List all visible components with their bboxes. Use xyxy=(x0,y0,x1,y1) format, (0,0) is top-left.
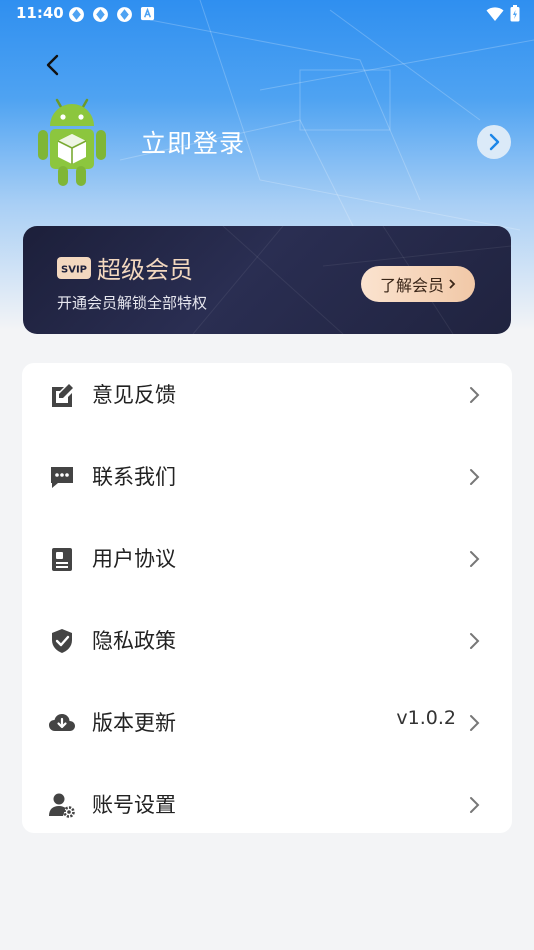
chevron-right-icon xyxy=(449,279,456,289)
menu-item-contact[interactable]: 联系我们 xyxy=(22,445,512,527)
menu-item-label: 意见反馈 xyxy=(92,383,176,407)
vip-title: 超级会员 xyxy=(97,256,193,284)
svip-badge-icon: SVIP xyxy=(57,257,91,279)
version-value: v1.0.2 xyxy=(396,707,456,729)
chat-bubble-icon xyxy=(51,467,73,488)
chevron-right-icon xyxy=(470,715,480,731)
status-bar: 11:40 xyxy=(0,0,534,28)
learn-vip-label: 了解会员 xyxy=(379,276,444,295)
chevron-right-icon xyxy=(470,551,480,567)
notification-app-icon xyxy=(93,7,108,22)
shield-check-icon xyxy=(52,629,72,653)
menu-item-account-settings[interactable]: 账号设置 xyxy=(22,773,512,855)
menu-item-label: 版本更新 xyxy=(92,711,176,735)
android-robot-icon xyxy=(38,98,106,186)
cloud-download-icon xyxy=(49,714,75,731)
user-settings-icon xyxy=(49,793,75,818)
learn-vip-button[interactable]: 了解会员 xyxy=(361,266,475,302)
menu-item-version-update[interactable]: 版本更新 v1.0.2 xyxy=(22,691,512,773)
menu-item-label: 隐私政策 xyxy=(92,629,176,653)
notification-a-icon xyxy=(140,6,155,21)
settings-menu: 意见反馈 联系我们 用户协议 隐私政策 版本更新 v1.0.2 账号设置 xyxy=(22,363,512,833)
notification-app-icon xyxy=(117,7,132,22)
menu-item-label: 用户协议 xyxy=(92,547,176,571)
chevron-right-icon xyxy=(470,469,480,485)
menu-item-label: 账号设置 xyxy=(92,793,176,817)
wifi-icon xyxy=(486,6,504,21)
status-notification-icons xyxy=(68,6,155,23)
login-arrow-button[interactable] xyxy=(477,125,511,159)
feedback-edit-icon xyxy=(52,384,73,407)
status-system-icons xyxy=(486,5,520,22)
avatar[interactable] xyxy=(30,94,114,190)
chevron-right-icon xyxy=(470,633,480,649)
back-button[interactable] xyxy=(40,52,66,78)
menu-item-label: 联系我们 xyxy=(92,465,176,489)
login-link[interactable]: 立即登录 xyxy=(141,124,245,160)
svg-text:SVIP: SVIP xyxy=(61,265,87,276)
vip-banner[interactable]: SVIP 超级会员 开通会员解锁全部特权 了解会员 xyxy=(23,226,511,334)
chevron-right-icon xyxy=(489,133,500,151)
document-icon xyxy=(52,548,72,571)
menu-item-user-agreement[interactable]: 用户协议 xyxy=(22,527,512,609)
vip-subtitle: 开通会员解锁全部特权 xyxy=(57,294,208,312)
menu-item-feedback[interactable]: 意见反馈 xyxy=(22,363,512,445)
chevron-right-icon xyxy=(470,797,480,813)
battery-icon xyxy=(510,5,520,22)
notification-app-icon xyxy=(69,7,84,22)
chevron-right-icon xyxy=(470,387,480,403)
menu-item-privacy-policy[interactable]: 隐私政策 xyxy=(22,609,512,691)
status-time: 11:40 xyxy=(16,4,64,22)
